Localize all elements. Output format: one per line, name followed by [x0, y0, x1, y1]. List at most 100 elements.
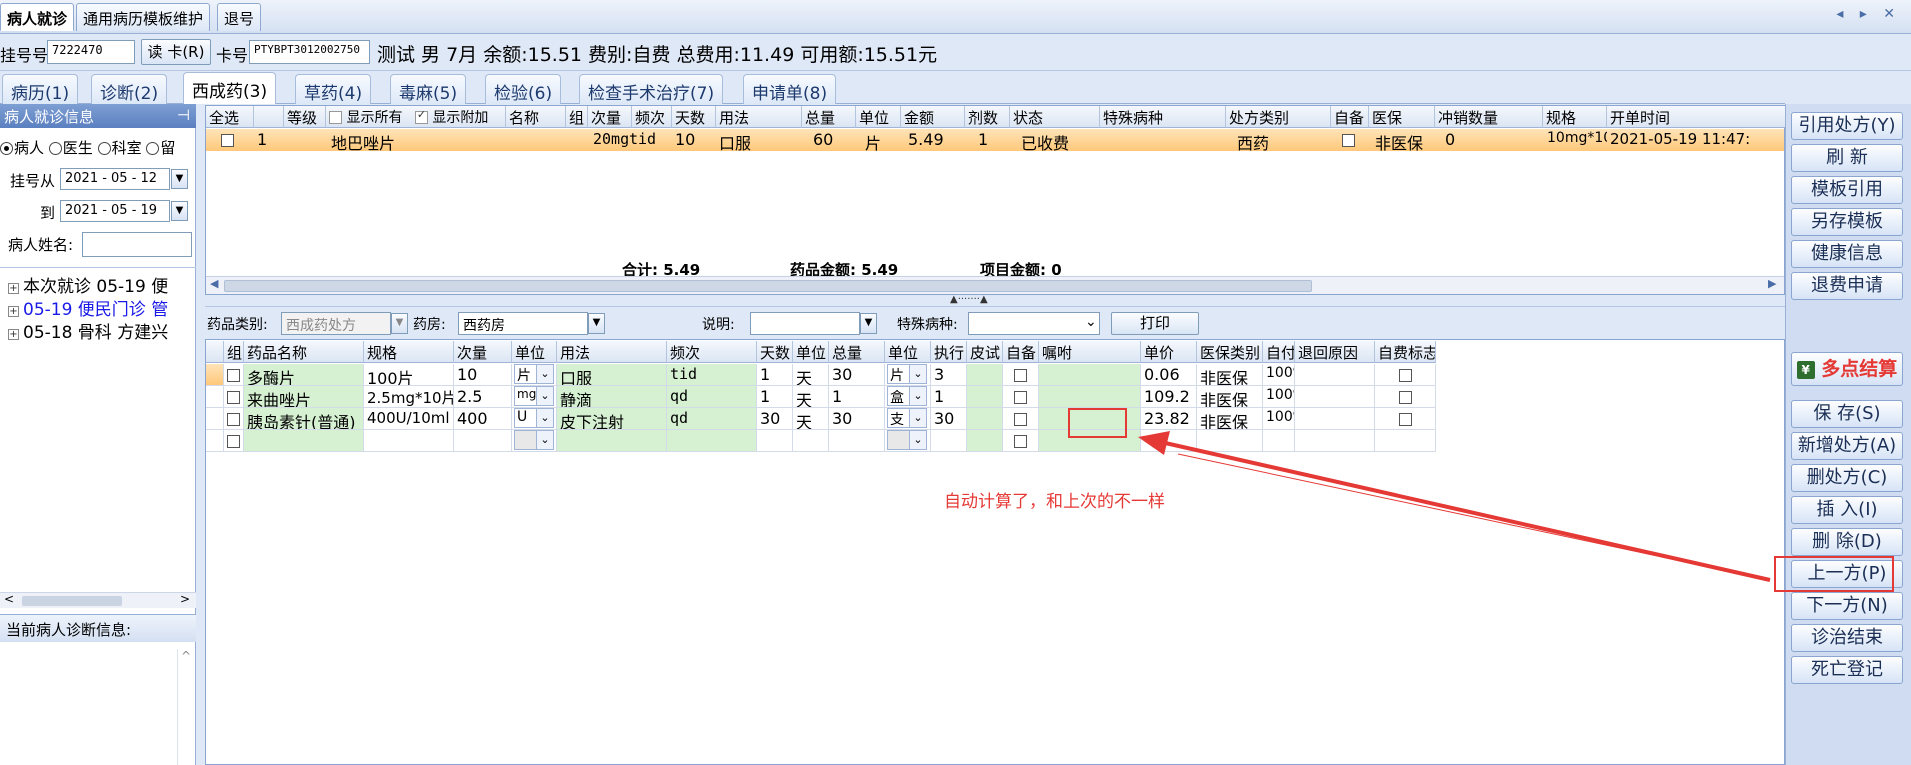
freq[interactable]: tid: [667, 364, 757, 386]
expand-icon[interactable]: +: [8, 283, 19, 294]
total-unit-cell[interactable]: 盒 ⌄: [885, 386, 931, 408]
dose-unit-cell[interactable]: mg ⌄: [512, 386, 557, 408]
drug-name[interactable]: 多酶片: [244, 364, 364, 386]
left-hscrollbar[interactable]: < >: [0, 592, 196, 608]
tab-request-form[interactable]: 申请单(8): [743, 74, 837, 104]
drug-name[interactable]: 胰岛素针(普通): [244, 408, 364, 430]
tab-medical-record[interactable]: 病历(1): [2, 74, 79, 104]
radio-patient[interactable]: 病人: [0, 139, 44, 157]
group-checkbox[interactable]: [224, 386, 244, 408]
cite-prescription-button[interactable]: 引用处方(Y): [1791, 112, 1903, 140]
pharmacy-select[interactable]: 西药房: [458, 312, 588, 335]
checkbox-icon[interactable]: [221, 134, 234, 147]
scroll-thumb[interactable]: [224, 280, 1312, 292]
scroll-right-icon[interactable]: >: [180, 592, 190, 606]
return-reason[interactable]: [1295, 386, 1375, 408]
chevron-down-icon[interactable]: ⌄: [909, 365, 926, 383]
group-checkbox[interactable]: [224, 430, 244, 452]
tab-herbal[interactable]: 草药(4): [295, 74, 372, 104]
dose-unit-select[interactable]: 片 ⌄: [514, 364, 554, 384]
exec[interactable]: 30: [931, 408, 967, 430]
next-prescription-button[interactable]: 下一方(N): [1791, 592, 1903, 620]
self-pay-flag[interactable]: [1375, 386, 1436, 408]
self-prep[interactable]: [1003, 386, 1039, 408]
tree-item-current-visit[interactable]: + 本次就诊 05-19 便: [8, 272, 168, 297]
chevron-down-icon[interactable]: ⌄: [536, 387, 553, 405]
show-extra-checkbox[interactable]: [414, 108, 428, 124]
total-unit-cell[interactable]: 支 ⌄: [885, 408, 931, 430]
checkbox-icon[interactable]: [1014, 369, 1027, 382]
tab-refund-registration[interactable]: 退号: [217, 3, 262, 31]
chevron-down-icon[interactable]: ⌄: [909, 409, 926, 427]
checkbox-icon[interactable]: [1342, 134, 1355, 147]
exec[interactable]: 3: [931, 364, 967, 386]
health-info-button[interactable]: 健康信息: [1791, 240, 1903, 268]
death-registration-button[interactable]: 死亡登记: [1791, 656, 1903, 684]
read-card-button[interactable]: 读 卡(R): [141, 39, 211, 65]
total[interactable]: 1: [829, 386, 885, 408]
tree-item-visit-0518[interactable]: +05-18 骨科 方建兴: [8, 318, 168, 343]
dose-unit-cell[interactable]: U ⌄: [512, 408, 557, 430]
radio-doctor[interactable]: 医生: [48, 139, 93, 157]
tab-template-maintenance[interactable]: 通用病历模板维护: [76, 3, 211, 31]
chevron-down-icon[interactable]: ⌄: [536, 365, 553, 383]
checkbox-icon[interactable]: [227, 391, 240, 404]
checkbox-icon[interactable]: [1398, 413, 1412, 426]
print-button[interactable]: 打印: [1111, 312, 1199, 335]
checkbox-icon[interactable]: [1014, 391, 1027, 404]
tab-lab-test[interactable]: 检验(6): [485, 74, 562, 104]
card-no-input[interactable]: PTYBPT3012002750: [249, 40, 370, 64]
to-date-dropdown-icon[interactable]: ▼: [171, 201, 188, 221]
self-prep[interactable]: [1003, 364, 1039, 386]
scroll-left-icon[interactable]: <: [4, 592, 14, 606]
special-disease-select[interactable]: [968, 312, 1100, 335]
insert-button[interactable]: 插 入(I): [1791, 496, 1903, 524]
expand-icon[interactable]: +: [8, 329, 19, 340]
exec[interactable]: 1: [931, 386, 967, 408]
total[interactable]: 30: [829, 408, 885, 430]
expand-icon[interactable]: +: [8, 306, 19, 317]
patient-name-input[interactable]: [82, 232, 192, 257]
table-row[interactable]: ⌄ ⌄: [206, 430, 1436, 452]
group-checkbox[interactable]: [224, 364, 244, 386]
delete-button[interactable]: 删 除(D): [1791, 528, 1903, 556]
self-pay-flag[interactable]: [1375, 364, 1436, 386]
save-template-button[interactable]: 另存模板: [1791, 208, 1903, 236]
row-checkbox[interactable]: [218, 129, 237, 151]
self-prep[interactable]: [1003, 430, 1039, 452]
self-prep[interactable]: [1339, 129, 1358, 151]
chevron-down-icon[interactable]: ⌄: [536, 431, 553, 449]
instruction[interactable]: [1039, 364, 1141, 386]
splitter-handle-icon[interactable]: ▲·······▲: [950, 294, 988, 305]
show-all-checkbox[interactable]: [329, 111, 342, 124]
scroll-left-icon[interactable]: ◀: [210, 277, 218, 290]
days[interactable]: 1: [757, 386, 793, 408]
refresh-button[interactable]: 刷 新: [1791, 144, 1903, 172]
checkbox-icon[interactable]: [227, 435, 240, 448]
scroll-thumb[interactable]: [22, 596, 122, 606]
note-dropdown-icon[interactable]: ▼: [860, 313, 877, 334]
from-date-dropdown-icon[interactable]: ▼: [171, 169, 188, 189]
top-grid-hscrollbar[interactable]: ◀ ▶: [206, 276, 1784, 294]
scroll-right-icon[interactable]: ▶: [1768, 277, 1776, 290]
pharmacy-dropdown-icon[interactable]: ▼: [588, 313, 605, 334]
radio-stay[interactable]: 留: [146, 139, 175, 157]
dose-unit-select[interactable]: mg ⌄: [514, 386, 554, 406]
usage[interactable]: 静滴: [557, 386, 667, 408]
dose[interactable]: 400: [454, 408, 512, 430]
group-checkbox[interactable]: [224, 408, 244, 430]
checkbox-icon[interactable]: [227, 413, 240, 426]
delete-prescription-button[interactable]: 删处方(C): [1791, 464, 1903, 492]
reg-no-input[interactable]: 7222470: [47, 40, 135, 64]
dose[interactable]: 10: [454, 364, 512, 386]
chevron-down-icon[interactable]: ⌄: [909, 431, 926, 449]
total-unit-select[interactable]: 片 ⌄: [887, 364, 927, 384]
usage[interactable]: 口服: [557, 364, 667, 386]
dose-unit-select[interactable]: U ⌄: [514, 408, 554, 428]
return-reason[interactable]: [1295, 408, 1375, 430]
tab-diagnosis[interactable]: 诊断(2): [91, 74, 168, 104]
freq[interactable]: qd: [667, 386, 757, 408]
to-date-input[interactable]: 2021 - 05 - 19: [60, 200, 170, 222]
splitter[interactable]: ▲·······▲: [205, 294, 1785, 307]
table-row[interactable]: 来曲唑片 2.5mg*10片 2.5 mg ⌄ 静滴 qd 1 天 1 盒 ⌄ 1 …: [206, 386, 1436, 408]
